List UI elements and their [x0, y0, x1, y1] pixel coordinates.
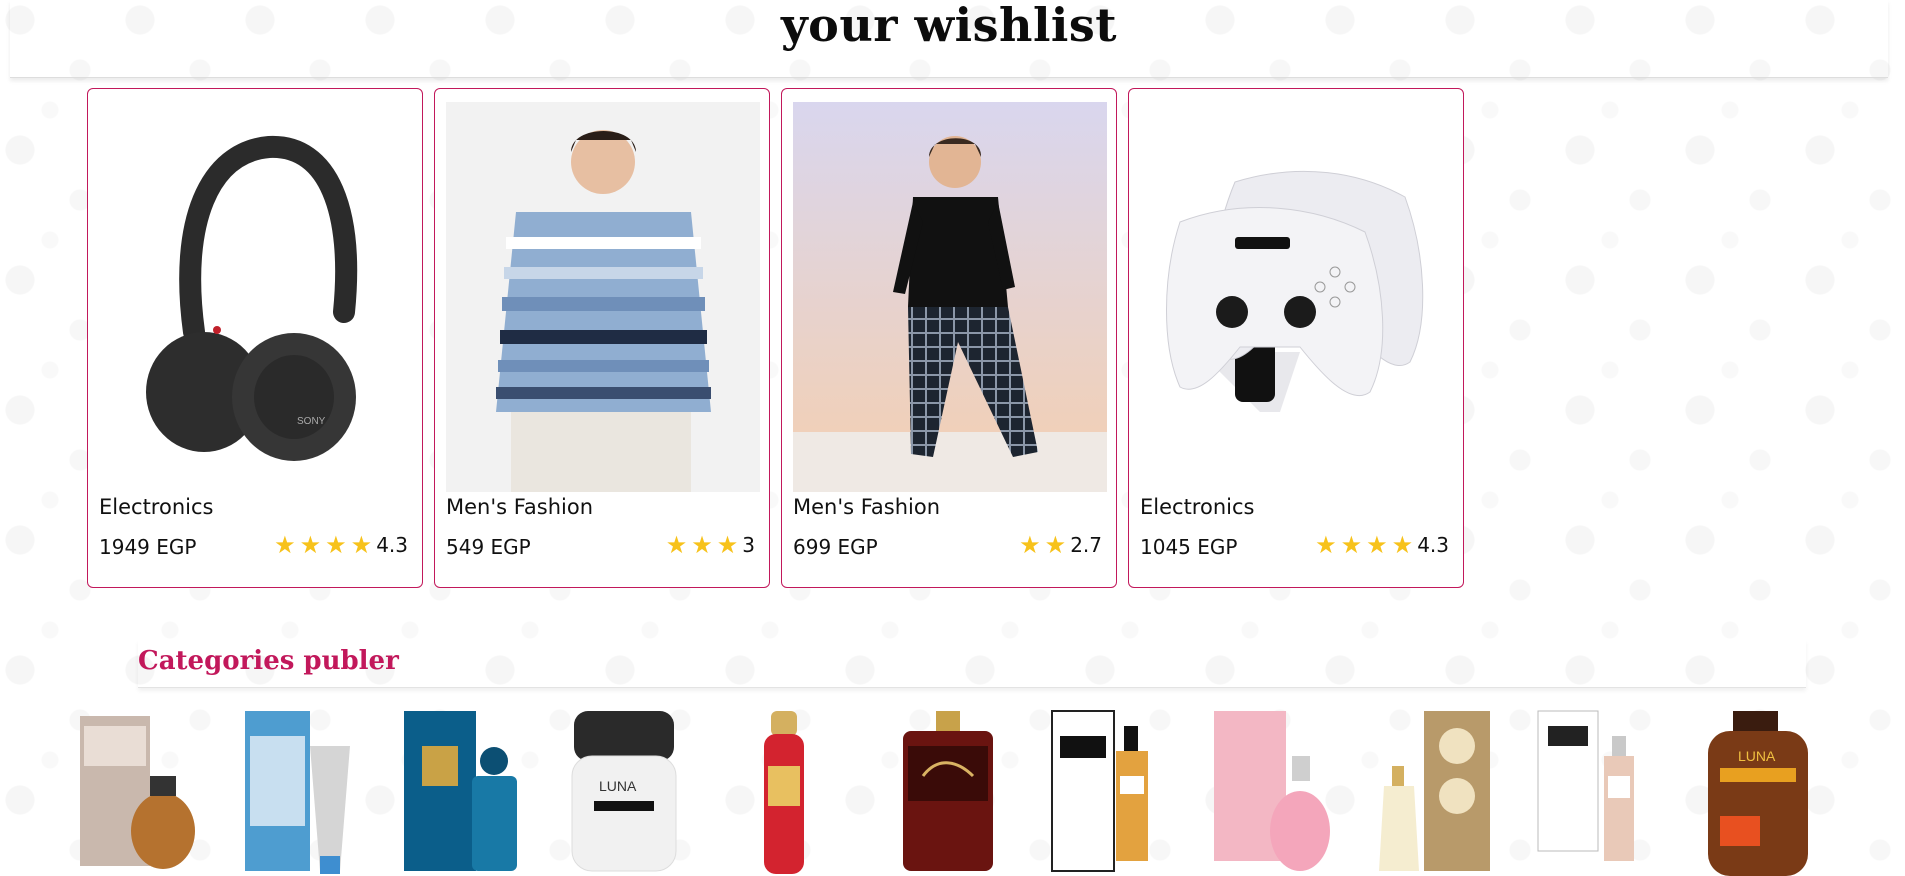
isfahan-oud-perfume-image[interactable] [1536, 706, 1654, 876]
rating-value: 3 [742, 533, 755, 557]
svg-text:LUNA: LUNA [1738, 748, 1776, 764]
perfume-product-image[interactable] [78, 706, 196, 876]
star-icon: ★ [1044, 531, 1067, 559]
wishlist-card[interactable]: SONY Electronics 1949 EGP ★ ★ ★ ★ 4.3 [87, 88, 423, 588]
tan-oil-product-image[interactable]: LUNA [1698, 706, 1816, 876]
controller-charger-image[interactable] [1140, 102, 1454, 492]
diana-perfume-image[interactable] [1212, 706, 1330, 876]
product-category: Men's Fashion [793, 495, 940, 519]
wishlist-page: your wishlist SONY Electronics 1949 EGP … [0, 0, 1905, 876]
wishlist-cards: SONY Electronics 1949 EGP ★ ★ ★ ★ 4.3 Me… [87, 88, 1464, 588]
oud-perfume-image[interactable] [888, 706, 1006, 876]
product-price: 1949 EGP [99, 535, 197, 559]
product-price: 699 EGP [793, 535, 878, 559]
cream-product-image[interactable] [240, 706, 358, 876]
striped-sweater-image[interactable] [446, 102, 760, 492]
luna-product-image[interactable]: LUNA [564, 706, 682, 876]
page-title: your wishlist [780, 0, 1118, 52]
rating-value: 2.7 [1070, 533, 1102, 557]
star-icon: ★ [691, 531, 713, 559]
star-icon: ★ [274, 531, 296, 559]
star-icon: ★ [1366, 531, 1388, 559]
star-icon: ★ [1340, 531, 1363, 559]
product-rating: ★ ★ 2.7 [1019, 533, 1102, 557]
star-icon: ★ [665, 531, 688, 559]
product-rating: ★ ★ ★ 3 [666, 533, 755, 557]
rating-value: 4.3 [1417, 533, 1449, 557]
categories-header: Categories publer [138, 640, 1806, 688]
categories-title: Categories publer [138, 646, 399, 676]
rating-value: 4.3 [376, 533, 408, 557]
pajama-set-image[interactable] [793, 102, 1107, 492]
star-icon: ★ [716, 531, 739, 559]
wishlist-card[interactable]: Electronics 1045 EGP ★ ★ ★ ★ 4.3 [1128, 88, 1464, 588]
svg-text:SONY: SONY [297, 416, 326, 427]
prive-perfume-image[interactable] [402, 706, 520, 876]
wishlist-card[interactable]: Men's Fashion 699 EGP ★ ★ 2.7 [781, 88, 1117, 588]
star-icon: ★ [299, 531, 322, 559]
product-rating: ★ ★ ★ ★ 4.3 [274, 533, 408, 557]
star-icon: ★ [350, 531, 373, 559]
spray-product-image[interactable] [726, 706, 844, 876]
svg-text:LUNA: LUNA [599, 778, 637, 794]
categories-products-row: LUNA LUNA [78, 706, 1816, 876]
wishlist-card[interactable]: Men's Fashion 549 EGP ★ ★ ★ 3 [434, 88, 770, 588]
star-icon: ★ [1019, 531, 1041, 559]
product-category: Electronics [1140, 495, 1255, 519]
page-header: your wishlist [10, 0, 1888, 78]
product-price: 549 EGP [446, 535, 531, 559]
isfahan-perfume-image[interactable] [1374, 706, 1492, 876]
star-icon: ★ [1315, 531, 1337, 559]
star-icon: ★ [325, 531, 347, 559]
product-category: Electronics [99, 495, 214, 519]
headphones-image[interactable]: SONY [99, 102, 413, 492]
product-category: Men's Fashion [446, 495, 593, 519]
taxco-perfume-image[interactable] [1050, 706, 1168, 876]
product-price: 1045 EGP [1140, 535, 1238, 559]
star-icon: ★ [1391, 531, 1414, 559]
product-rating: ★ ★ ★ ★ 4.3 [1315, 533, 1449, 557]
